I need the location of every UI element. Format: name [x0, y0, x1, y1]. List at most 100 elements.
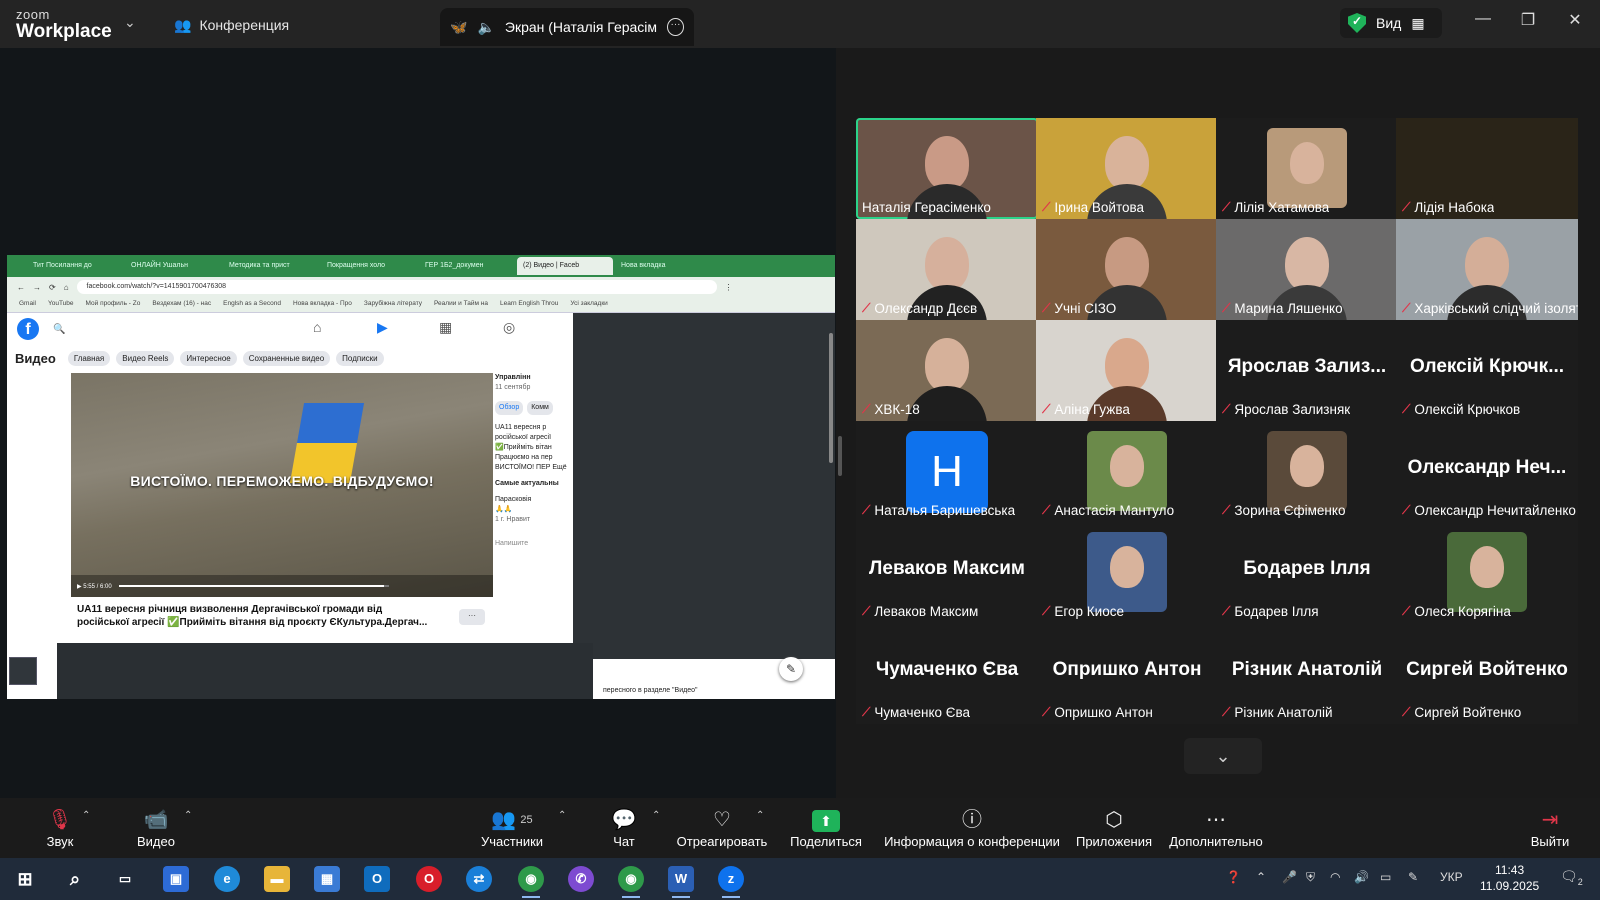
participant-avatar [1267, 431, 1347, 511]
participant-tile[interactable]: ⟋ Учні СІЗО [1036, 219, 1218, 320]
participant-name: Анастасія Мантуло [1054, 503, 1175, 518]
participant-tile[interactable]: ⟋ Зорина Єфіменко [1216, 421, 1398, 522]
browser-address-bar: ← → ⟳ ⌂ facebook.com/watch/?v=1415901700… [7, 277, 835, 297]
zoom-app-icon[interactable]: z [718, 866, 744, 898]
outlook-icon[interactable]: O [364, 866, 390, 892]
input-language[interactable]: УКР [1440, 870, 1463, 884]
more-button[interactable]: ⋯ Дополнительно [1166, 806, 1266, 849]
participant-tile[interactable]: Леваков Максим ⟋ Леваков Максим [856, 522, 1038, 623]
participant-avatar [1267, 128, 1347, 208]
participant-tile[interactable]: ⟋ Лілія Хатамова [1216, 118, 1398, 219]
participant-tile[interactable]: ⟋ Анастасія Мантуло [1036, 421, 1218, 522]
participant-tile[interactable]: ⟋Харківський слідчий ізолятор [1396, 219, 1578, 320]
bookmark-item: Нова вкладка - Про [292, 300, 352, 307]
participant-tile[interactable]: ⟋ Егор Киосе [1036, 522, 1218, 623]
mic-muted-icon: ⟋ [862, 402, 871, 416]
zoom-logo[interactable]: zoom Workplace [16, 8, 112, 41]
participant-tile[interactable]: ⟋ Лідія Набока [1396, 118, 1578, 219]
gallery-next-page-chevron-icon[interactable]: ⌄ [1184, 738, 1262, 774]
participant-letter-avatar: Н [906, 431, 988, 513]
share-arrow-icon: ⬆ [812, 810, 840, 832]
participant-name-tag: ⟋ Егор Киосе [1042, 604, 1124, 619]
chevron-down-icon[interactable]: ⌄ [124, 14, 136, 31]
microsoft-store-icon[interactable]: ▦ [314, 866, 340, 892]
participant-tile[interactable]: Сиргей Войтенко ⟋ Сиргей Войтенко [1396, 623, 1578, 724]
comment-text: 🙏🙏 [495, 506, 513, 513]
participant-tile[interactable]: Опришко Антон ⟋ Опришко Антон [1036, 623, 1218, 724]
help-icon[interactable]: ❓ [1226, 870, 1241, 884]
volume-icon[interactable]: 🔊 [1354, 870, 1369, 884]
fb-nav-pill: Интересное [180, 350, 237, 366]
edge-browser-icon[interactable]: e [214, 866, 240, 892]
pen-icon[interactable]: ✎ [1408, 870, 1418, 884]
participants-caret-icon[interactable]: ⌃ [558, 810, 566, 821]
participant-tile[interactable]: Ярослав Зализ... ⟋ Ярослав Зализняк [1216, 320, 1398, 421]
close-icon[interactable]: ✕ [1560, 10, 1590, 30]
apps-button[interactable]: ⬡ Приложения [1074, 806, 1154, 849]
view-button[interactable]: Вид ▦ [1340, 8, 1442, 38]
mic-muted-icon: ⟋ [1402, 503, 1411, 517]
participants-label: Участники [480, 834, 544, 849]
mic-muted-icon: 🎙 [47, 809, 73, 831]
participant-tile[interactable]: Наталія Герасіменко [856, 118, 1038, 219]
participant-tile[interactable]: ⟋ Аліна Гужва [1036, 320, 1218, 421]
participant-tile[interactable]: Олексій Крючк... ⟋ Олексій Крючков [1396, 320, 1578, 421]
opera-browser-icon[interactable]: O [416, 866, 442, 892]
tab-conference[interactable]: 👥 Конференция [174, 10, 289, 40]
audio-button[interactable]: 🎙 Звук [34, 806, 86, 849]
participant-tile[interactable]: Різник Анатолій ⟋ Різник Анатолій [1216, 623, 1398, 724]
wifi-icon[interactable]: ◠ [1330, 870, 1340, 884]
fb-section-title: Видео [15, 350, 56, 366]
video-options-caret-icon[interactable]: ⌃ [184, 810, 192, 821]
clock[interactable]: 11:43 11.09.2025 [1480, 862, 1539, 894]
shield-icon[interactable] [1348, 13, 1366, 33]
audio-options-caret-icon[interactable]: ⌃ [82, 810, 90, 821]
participant-name: Егор Киосе [1054, 604, 1124, 619]
meeting-info-button[interactable]: ⓘ Информация о конференции [884, 806, 1060, 849]
participant-tile[interactable]: ⟋ Ірина Войтова [1036, 118, 1218, 219]
participant-tile[interactable]: Олександр Неч... ⟋ Олександр Нечитайленко [1396, 421, 1578, 522]
chrome-app-icon-2[interactable]: ◉ [618, 866, 644, 898]
participant-tile[interactable]: ⟋ Марина Ляшенко [1216, 219, 1398, 320]
tab-screen-share[interactable]: 🦋 🔈 Экран (Наталія Герасіменко) ··· [440, 8, 694, 46]
chat-caret-icon[interactable]: ⌃ [652, 810, 660, 821]
chat-button[interactable]: 💬 Чат [604, 806, 644, 849]
participant-tile[interactable]: ⟋ Олександр Дєєв [856, 219, 1038, 320]
participant-tile[interactable]: Бодарев Ілля ⟋ Бодарев Ілля [1216, 522, 1398, 623]
restore-icon[interactable]: ❐ [1513, 10, 1543, 30]
leave-button[interactable]: ⇥ Выйти [1528, 806, 1572, 849]
participant-tile[interactable]: Н ⟋ Наталья Баришевська [856, 421, 1038, 522]
split-divider-handle[interactable] [838, 436, 842, 476]
task-view-icon[interactable]: ▭ [112, 866, 138, 892]
bookmark-item: Мой профиль - Zo [85, 300, 141, 307]
meeting-toolbar: 🎙 Звук ⌃ 📹 Видео ⌃ 👥 25 Участники ⌃ 💬 Чат… [0, 798, 1600, 858]
participant-video-figure [907, 338, 987, 421]
post-author: Управлінн [495, 374, 531, 381]
windows-start-icon[interactable]: ⊞ [12, 866, 38, 892]
shared-browser-window[interactable]: Тит Посилання до ОНЛАЙН Ушальн Методика та… [7, 255, 835, 699]
microphone-tray-icon[interactable]: 🎤 [1282, 870, 1297, 884]
minimize-icon[interactable]: — [1468, 10, 1498, 28]
react-button[interactable]: ♡ Отреагировать [676, 806, 768, 849]
teamviewer-icon[interactable]: ⇄ [466, 866, 492, 892]
word-icon[interactable]: W [668, 866, 694, 898]
mic-muted-icon: ⟋ [1222, 503, 1231, 517]
search-icon[interactable]: ⌕ [62, 866, 88, 892]
chrome-app-icon-1[interactable]: ◉ [518, 866, 544, 898]
participants-button[interactable]: 👥 25 Участники [472, 806, 552, 849]
viber-icon[interactable]: ✆ [568, 866, 594, 892]
file-explorer-icon[interactable]: ▬ [264, 866, 290, 892]
notifications-icon[interactable]: 🗨2 [1560, 868, 1583, 887]
participant-tile[interactable]: ⟋ ХВК-18 [856, 320, 1038, 421]
battery-icon[interactable]: ▭ [1380, 870, 1391, 884]
participant-name-tag: Наталія Герасіменко [862, 200, 991, 215]
participant-tile[interactable]: ⟋ Олеся Корягіна [1396, 522, 1578, 623]
react-caret-icon[interactable]: ⌃ [756, 810, 764, 821]
more-icon[interactable]: ··· [666, 18, 684, 36]
video-button[interactable]: 📹 Видео [128, 806, 184, 849]
tray-expand-icon[interactable]: ⌃ [1256, 870, 1266, 884]
security-tray-icon[interactable]: ⛨ [1306, 870, 1315, 885]
save-app-icon[interactable]: ▣ [163, 866, 189, 892]
share-button[interactable]: ⬆ Поделиться [788, 806, 864, 849]
participant-tile[interactable]: Чумаченко Єва ⟋ Чумаченко Єва [856, 623, 1038, 724]
